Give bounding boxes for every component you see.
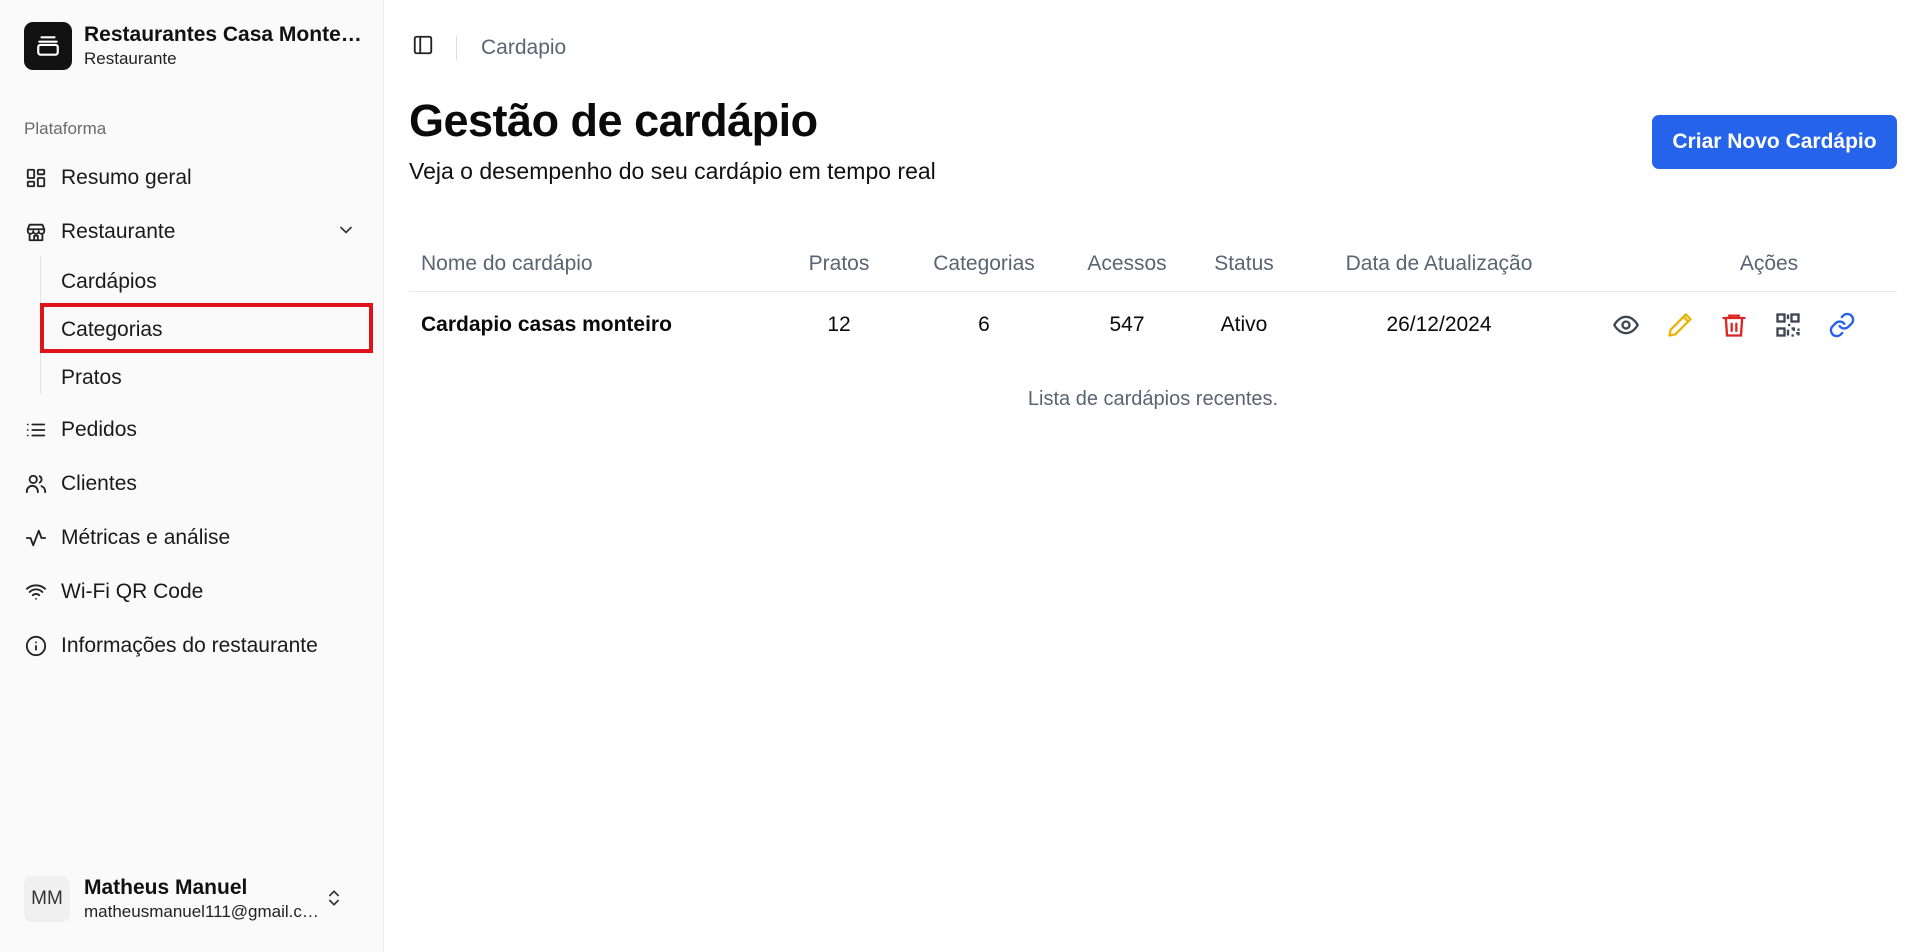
header-categorias: Categorias [933, 251, 1035, 275]
restaurant-logo-icon [24, 22, 72, 70]
link-icon[interactable] [1828, 311, 1856, 339]
edit-icon[interactable] [1666, 311, 1694, 339]
header-actions: Ações [1739, 251, 1799, 275]
sidebar-item-label: Wi-Fi QR Code [61, 580, 204, 603]
brand-switcher[interactable]: Restaurantes Casa Monteiro Restaurante [24, 22, 364, 70]
user-menu[interactable]: MM Matheus Manuel matheusmanuel111@gmail… [24, 876, 364, 922]
delete-icon[interactable] [1720, 311, 1748, 339]
sidebar-item-label: Pedidos [61, 418, 137, 441]
highlight-box [40, 303, 373, 353]
sidebar-item-label: Resumo geral [61, 166, 192, 189]
store-icon [24, 220, 48, 244]
page-title: Gestão de cardápio [409, 95, 818, 146]
sidebar-item-restaurante[interactable]: Restaurante [24, 211, 364, 253]
qr-code-icon[interactable] [1774, 311, 1802, 339]
dashboard-icon [24, 166, 48, 190]
topbar: Cardapio [412, 34, 566, 61]
cell-status: Ativo [1220, 313, 1268, 336]
sidebar-toggle-icon[interactable] [412, 34, 434, 61]
header-date: Data de Atualização [1345, 251, 1533, 275]
sidebar-item-label: Métricas e análise [61, 526, 231, 549]
users-icon [24, 472, 48, 496]
page-subtitle: Veja o desempenho do seu cardápio em tem… [409, 158, 936, 184]
avatar: MM [24, 876, 70, 922]
sidebar: Restaurantes Casa Monteiro Restaurante P… [0, 0, 384, 952]
user-email: matheusmanuel111@gmail.com [84, 902, 324, 921]
list-icon [24, 418, 48, 442]
sidebar-item-label: Restaurante [61, 220, 176, 243]
sidebar-subitem-cardapios[interactable]: Cardápios [61, 270, 157, 294]
cell-categorias: 6 [978, 313, 990, 336]
chevrons-up-down-icon[interactable] [324, 886, 344, 915]
breadcrumb[interactable]: Cardapio [481, 36, 566, 60]
restaurant-name: Restaurantes Casa Monteiro [84, 23, 364, 46]
cell-date: 26/12/2024 [1386, 313, 1492, 336]
cell-acessos: 547 [1109, 313, 1145, 336]
sidebar-item-label: Informações do restaurante [61, 634, 318, 657]
wifi-icon [24, 580, 48, 604]
cell-pratos: 12 [827, 313, 851, 336]
user-name: Matheus Manuel [84, 876, 248, 899]
chevron-down-icon[interactable] [336, 220, 356, 246]
sidebar-item-label: Clientes [61, 472, 137, 495]
table-header: Nome do cardápio Pratos Categorias Acess… [409, 236, 1897, 292]
restaurant-type: Restaurante [84, 49, 177, 68]
nav-group-label: Plataforma [24, 119, 107, 138]
create-menu-button[interactable]: Criar Novo Cardápio [1652, 115, 1897, 169]
sidebar-item-pedidos[interactable]: Pedidos [24, 409, 364, 451]
header-name: Nome do cardápio [421, 251, 593, 275]
sidebar-item-clientes[interactable]: Clientes [24, 463, 364, 505]
sidebar-subitem-pratos[interactable]: Pratos [61, 366, 122, 390]
activity-icon [24, 526, 48, 550]
row-actions [1612, 292, 1856, 358]
topbar-divider [456, 35, 457, 60]
view-icon[interactable] [1612, 311, 1640, 339]
header-status: Status [1214, 251, 1274, 275]
sidebar-item-metricas[interactable]: Métricas e análise [24, 517, 364, 559]
cell-name: Cardapio casas monteiro [421, 313, 672, 336]
header-pratos: Pratos [808, 251, 870, 275]
menus-table: Nome do cardápio Pratos Categorias Acess… [409, 236, 1897, 358]
sidebar-item-informacoes[interactable]: Informações do restaurante [24, 625, 364, 667]
info-icon [24, 634, 48, 658]
sidebar-item-resumo-geral[interactable]: Resumo geral [24, 157, 364, 199]
table-row: Cardapio casas monteiro 12 6 547 Ativo 2… [409, 292, 1897, 358]
table-caption: Lista de cardápios recentes. [1027, 388, 1279, 410]
sidebar-item-wifi-qr[interactable]: Wi-Fi QR Code [24, 571, 364, 613]
main-content: Cardapio Gestão de cardápio Veja o desem… [385, 0, 1918, 952]
header-acessos: Acessos [1087, 251, 1167, 275]
